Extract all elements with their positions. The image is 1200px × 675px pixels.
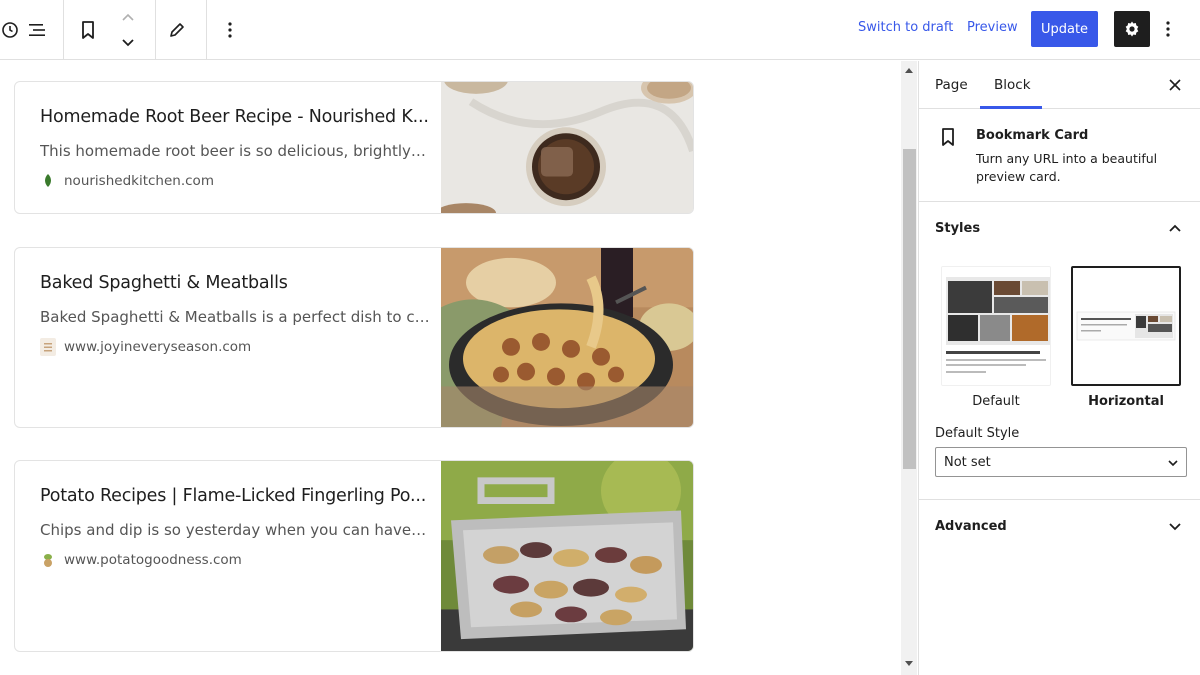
more-menu-icon[interactable] <box>1156 14 1180 44</box>
style-option-default[interactable] <box>941 266 1051 386</box>
potato-favicon-icon <box>40 551 56 569</box>
block-title: Bookmark Card <box>976 128 1089 143</box>
options-group <box>212 0 248 60</box>
card-description: Chips and dip is so yesterday when you c… <box>40 521 430 539</box>
style-label-horizontal: Horizontal <box>1088 394 1164 409</box>
card-description: Baked Spaghetti & Meatballs is a perfect… <box>40 308 430 326</box>
style-option-horizontal[interactable] <box>1071 266 1181 386</box>
bookmark-card[interactable]: Homemade Root Beer Recipe - Nourished K.… <box>14 81 694 214</box>
card-site-label: www.potatogoodness.com <box>64 552 242 568</box>
card-site: nourishedkitchen.com <box>40 172 214 190</box>
tab-page[interactable]: Page <box>935 77 968 93</box>
update-button[interactable]: Update <box>1031 11 1098 47</box>
default-style-label: Default Style <box>935 426 1020 441</box>
bookmark-card[interactable]: Baked Spaghetti & Meatballs Baked Spaghe… <box>14 247 694 428</box>
bookmark-icon <box>939 126 957 152</box>
tab-block[interactable]: Block <box>994 77 1031 93</box>
pencil-icon[interactable] <box>159 12 195 48</box>
styles-panel: Styles Default Horizontal Default Style … <box>919 202 1200 500</box>
canvas-scrollbar[interactable] <box>901 61 917 675</box>
block-info: Bookmark Card Turn any URL into a beauti… <box>919 110 1200 202</box>
fingerling-potatoes-image <box>441 461 693 651</box>
style-label-default: Default <box>972 394 1020 409</box>
card-site-label: www.joyineveryseason.com <box>64 339 252 355</box>
more-options-icon[interactable] <box>212 12 248 48</box>
settings-sidebar: Page Block Bookmark Card Turn any URL in… <box>918 61 1200 675</box>
settings-icon[interactable] <box>1114 11 1150 47</box>
editor-canvas: Homemade Root Beer Recipe - Nourished K.… <box>0 61 900 675</box>
chevron-up-icon[interactable] <box>1167 220 1183 236</box>
toolbar-divider <box>63 0 64 60</box>
root-beer-image <box>441 82 693 213</box>
styles-panel-heading[interactable]: Styles <box>935 221 980 236</box>
default-style-select[interactable]: Not set <box>935 447 1187 477</box>
horizontal-style-preview <box>1073 268 1179 384</box>
chevron-down-icon[interactable] <box>1167 519 1183 535</box>
default-style-preview <box>942 267 1050 385</box>
card-site-label: nourishedkitchen.com <box>64 173 214 189</box>
switch-to-draft-button[interactable]: Switch to draft <box>858 20 953 35</box>
chevron-down-icon <box>1168 456 1178 471</box>
spaghetti-meatballs-image <box>441 248 693 427</box>
bookmark-icon[interactable] <box>70 12 106 48</box>
active-tab-indicator <box>980 106 1042 109</box>
close-icon[interactable] <box>1165 75 1185 95</box>
sidebar-tabs: Page Block <box>919 61 1200 109</box>
advanced-panel-heading[interactable]: Advanced <box>935 519 1007 534</box>
move-group <box>110 0 146 60</box>
bookmark-card[interactable]: Potato Recipes | Flame-Licked Fingerling… <box>14 460 694 652</box>
move-up-icon[interactable] <box>110 10 146 24</box>
toolbar-divider <box>206 0 207 60</box>
card-title: Baked Spaghetti & Meatballs <box>40 273 288 293</box>
card-title: Potato Recipes | Flame-Licked Fingerling… <box>40 486 427 506</box>
toolbar-divider <box>155 0 156 60</box>
advanced-panel[interactable]: Advanced <box>919 501 1200 553</box>
scrollbar-thumb[interactable] <box>903 149 916 469</box>
card-description: This homemade root beer is so delicious,… <box>40 142 430 160</box>
move-down-icon[interactable] <box>110 36 146 50</box>
joy-favicon-icon <box>40 338 56 356</box>
block-type-group <box>70 0 106 60</box>
card-site: www.joyineveryseason.com <box>40 338 251 356</box>
leaf-favicon-icon <box>40 172 56 190</box>
card-site: www.potatogoodness.com <box>40 551 242 569</box>
card-title: Homemade Root Beer Recipe - Nourished K.… <box>40 107 429 127</box>
editor-toolbar: Switch to draft Preview Update <box>0 0 1200 60</box>
preview-button[interactable]: Preview <box>967 20 1018 35</box>
scroll-up-icon[interactable] <box>901 63 917 77</box>
edit-group <box>159 0 195 60</box>
block-description: Turn any URL into a beautiful preview ca… <box>976 151 1158 184</box>
list-view-icon[interactable] <box>20 12 56 48</box>
scroll-down-icon[interactable] <box>901 657 917 671</box>
default-style-value: Not set <box>944 454 991 470</box>
list-view-group <box>20 0 56 60</box>
